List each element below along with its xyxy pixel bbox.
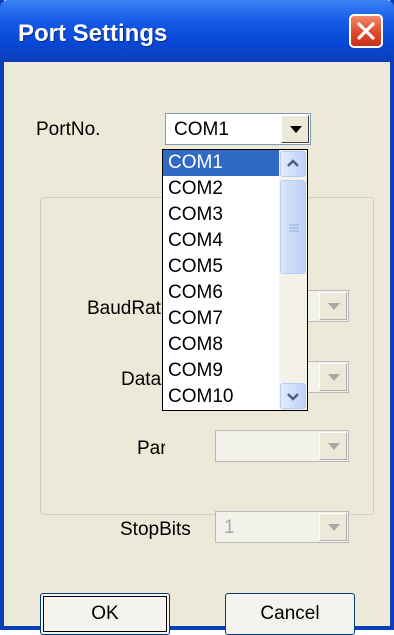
portno-dropdown-list[interactable]: COM1 COM2 COM3 COM4 COM5 COM6 COM7 COM8 COM9 COM1… xyxy=(162,149,308,411)
port-option[interactable]: COM10 xyxy=(163,384,279,410)
title-bar[interactable]: Port Settings xyxy=(0,0,394,62)
stopbits-label: StopBits xyxy=(120,519,191,540)
port-option[interactable]: COM6 xyxy=(163,280,279,306)
port-option[interactable]: COM5 xyxy=(163,254,279,280)
chevron-down-icon xyxy=(328,524,340,531)
close-x-icon xyxy=(357,22,375,40)
dialog-title: Port Settings xyxy=(18,20,168,47)
port-option[interactable]: COM4 xyxy=(163,228,279,254)
chevron-down-icon xyxy=(290,126,302,133)
cancel-button[interactable]: Cancel xyxy=(225,593,355,635)
databits-dropdown-arrow[interactable] xyxy=(319,363,347,391)
stopbits-value: 1 xyxy=(224,517,235,538)
port-option[interactable]: COM2 xyxy=(163,176,279,202)
port-option[interactable]: COM3 xyxy=(163,202,279,228)
scroll-up-button[interactable] xyxy=(280,151,306,177)
chevron-down-icon xyxy=(328,443,340,450)
port-option[interactable]: COM9 xyxy=(163,358,279,384)
chevron-down-icon xyxy=(328,303,340,310)
parity-dropdown-arrow[interactable] xyxy=(319,432,347,460)
port-option[interactable]: COM7 xyxy=(163,306,279,332)
chevron-down-icon xyxy=(287,393,299,401)
portno-value: COM1 xyxy=(174,119,229,140)
dropdown-scrollbar[interactable] xyxy=(279,150,307,410)
portno-label: PortNo. xyxy=(36,119,101,140)
scrollbar-thumb[interactable] xyxy=(280,180,306,274)
parity-combobox[interactable] xyxy=(215,430,349,462)
databits-label: DataBits xyxy=(121,369,165,390)
port-option[interactable]: COM8 xyxy=(163,332,279,358)
grip-icon xyxy=(289,224,299,232)
portno-combobox[interactable]: COM1 xyxy=(165,113,311,145)
stopbits-combobox[interactable]: 1 xyxy=(215,511,349,543)
chevron-down-icon xyxy=(328,374,340,381)
parity-label: Parity xyxy=(137,438,165,459)
portno-dropdown-arrow[interactable] xyxy=(281,115,309,143)
baudrate-dropdown-arrow[interactable] xyxy=(319,292,347,320)
ok-button[interactable]: OK xyxy=(40,593,170,635)
close-button[interactable] xyxy=(349,14,383,48)
chevron-up-icon xyxy=(287,159,299,167)
port-options-list: COM1 COM2 COM3 COM4 COM5 COM6 COM7 COM8 COM9 COM1… xyxy=(163,150,279,410)
stopbits-dropdown-arrow[interactable] xyxy=(319,513,347,541)
baudrate-label: BaudRate xyxy=(87,298,165,319)
port-option[interactable]: COM1 xyxy=(163,150,279,176)
scroll-down-button[interactable] xyxy=(280,383,306,409)
